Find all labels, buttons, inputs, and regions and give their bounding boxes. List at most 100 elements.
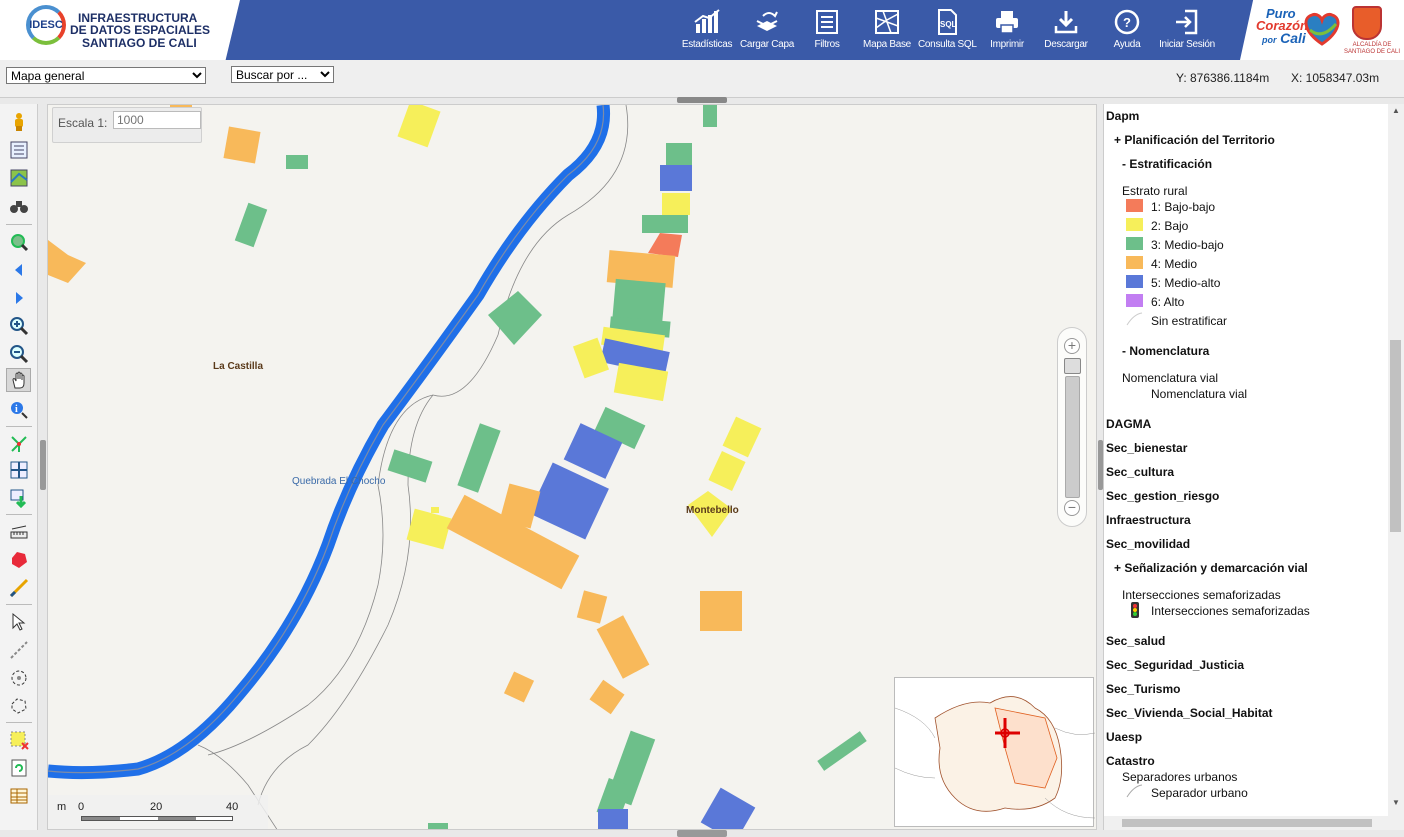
scale-bar-unit: m <box>57 801 67 813</box>
legend-item: Sin estratificar <box>1151 314 1228 328</box>
sub-toolbar: Mapa general Buscar por ... Y: 876386.11… <box>0 60 1404 98</box>
legend-hscroll-thumb[interactable] <box>1122 819 1372 827</box>
group-sec-turismo[interactable]: Sec_Turismo <box>1106 682 1180 696</box>
legend-item: Separador urbano <box>1151 786 1248 800</box>
group-sec-gestion-riesgo[interactable]: Sec_gestion_riesgo <box>1106 489 1219 503</box>
legend-item: 1: Bajo-bajo <box>1151 200 1216 214</box>
legend-horizontal-scrollbar[interactable] <box>1104 816 1404 830</box>
previous-extent-button[interactable] <box>6 258 31 282</box>
subgroup-senalizacion[interactable]: + Señalización y demarcación vial <box>1114 561 1308 575</box>
group-sec-salud[interactable]: Sec_salud <box>1106 634 1165 648</box>
overview-map[interactable] <box>894 677 1096 827</box>
group-uaesp[interactable]: Uaesp <box>1106 730 1142 744</box>
select-circle-button[interactable] <box>6 666 31 690</box>
map-select[interactable]: Mapa general <box>6 67 206 84</box>
map-canvas[interactable]: Escala 1: La Castilla Montebello Quebrad… <box>47 104 1097 830</box>
building-lots <box>48 105 867 829</box>
clear-selection-button[interactable] <box>6 728 31 752</box>
group-catastro[interactable]: Catastro <box>1106 754 1155 768</box>
scale-input[interactable] <box>113 111 201 129</box>
zoom-minus-button[interactable]: − <box>1064 500 1080 516</box>
legend-item: 6: Alto <box>1151 295 1185 309</box>
measure-distance-button[interactable] <box>6 520 31 544</box>
select-circle-icon <box>11 670 26 686</box>
scroll-up-arrow-icon[interactable]: ▲ <box>1388 106 1404 118</box>
group-sec-cultura[interactable]: Sec_cultura <box>1106 465 1174 479</box>
search-binoculars-button[interactable] <box>6 194 31 218</box>
group-dapm[interactable]: Dapm <box>1106 109 1139 123</box>
legend-panel: Dapm + Planificación del Territorio - Es… <box>1103 104 1404 830</box>
refresh-button[interactable] <box>6 756 31 780</box>
zoom-full-button[interactable] <box>6 230 31 254</box>
unclassified-line-icon <box>1126 312 1143 326</box>
left-panel-grip[interactable] <box>40 440 46 490</box>
attribute-table-button[interactable] <box>6 784 31 808</box>
legend-scroll-thumb[interactable] <box>1390 340 1401 532</box>
login-button[interactable]: Iniciar Sesión <box>1158 8 1216 56</box>
pan-button[interactable] <box>6 368 31 392</box>
heart-icon <box>1304 13 1340 46</box>
subgroup-planificacion[interactable]: + Planificación del Territorio <box>1114 133 1275 147</box>
top-panel-grip[interactable] <box>677 97 727 103</box>
hand-pan-icon <box>11 371 24 389</box>
map-toolbar: i <box>0 104 38 830</box>
legend-item: 4: Medio <box>1151 257 1198 271</box>
zoom-slider: + − <box>1057 327 1087 527</box>
group-sec-seguridad-justicia[interactable]: Sec_Seguridad_Justicia <box>1106 658 1244 672</box>
legend-item: 2: Bajo <box>1151 219 1189 233</box>
zoom-plus-button[interactable]: + <box>1064 338 1080 354</box>
separator-line-icon <box>1126 784 1143 798</box>
group-sec-bienestar[interactable]: Sec_bienestar <box>1106 441 1187 455</box>
legend-swatch <box>1126 218 1143 231</box>
idesc-logo[interactable]: IDESC INFRAESTRUCTURA DE DATOS ESPACIALE… <box>0 0 240 60</box>
polygon-area-icon <box>11 552 27 568</box>
download-data-button[interactable] <box>6 486 31 510</box>
bottom-panel-grip[interactable] <box>677 830 727 837</box>
select-features-button[interactable] <box>6 610 31 634</box>
group-sec-movilidad[interactable]: Sec_movilidad <box>1106 537 1190 551</box>
group-dagma[interactable]: DAGMA <box>1106 417 1151 431</box>
basemap-button[interactable]: Mapa Base <box>862 8 912 56</box>
traffic-light-icon <box>1131 602 1139 618</box>
print-button[interactable]: Imprimir <box>987 8 1027 56</box>
download-label: Descargar <box>1044 39 1088 50</box>
next-extent-button[interactable] <box>6 286 31 310</box>
zoom-in-button[interactable] <box>6 314 31 338</box>
identify-button[interactable]: i <box>6 398 31 422</box>
select-line-button[interactable] <box>6 638 31 662</box>
subgroup-estratificacion[interactable]: - Estratificación <box>1122 157 1212 171</box>
download-button[interactable]: Descargar <box>1043 8 1089 56</box>
idesc-badge: IDESC <box>26 5 66 45</box>
grid-tool-button[interactable] <box>6 458 31 482</box>
overview-map-graphic <box>894 696 1096 819</box>
subgroup-nomenclatura[interactable]: - Nomenclatura <box>1122 344 1209 358</box>
draw-line-button[interactable] <box>6 576 31 600</box>
svg-text:SQL: SQL <box>940 20 957 29</box>
intersecciones-title: Intersecciones semaforizadas <box>1122 588 1281 602</box>
group-infraestructura[interactable]: Infraestructura <box>1106 513 1191 527</box>
zoom-slider-track[interactable] <box>1065 376 1080 498</box>
search-select[interactable]: Buscar por ... <box>231 66 334 83</box>
zoom-slider-handle[interactable] <box>1064 358 1081 374</box>
load-layer-button[interactable]: Cargar Capa <box>739 8 795 56</box>
measure-area-button[interactable] <box>6 548 31 572</box>
scroll-down-arrow-icon[interactable]: ▼ <box>1388 798 1404 810</box>
nomenclatura-title: Nomenclatura vial <box>1122 371 1219 385</box>
select-line-icon <box>9 641 28 659</box>
statistics-button[interactable]: Estadísticas <box>681 8 733 56</box>
street-view-button[interactable] <box>6 110 31 134</box>
zoom-out-icon <box>9 345 28 364</box>
zoom-out-button[interactable] <box>6 342 31 366</box>
help-button[interactable]: ? Ayuda <box>1110 8 1144 56</box>
group-sec-vivienda[interactable]: Sec_Vivienda_Social_Habitat <box>1106 706 1273 720</box>
alcaldia-line-2: SANTIAGO DE CALI <box>1344 49 1401 55</box>
map-legend-button[interactable] <box>6 166 31 190</box>
coordinates-tool-button[interactable] <box>6 432 31 456</box>
filters-button[interactable]: Filtros <box>810 8 844 56</box>
upload-layer-icon <box>756 11 778 31</box>
legend-swatch <box>1126 199 1143 212</box>
select-polygon-button[interactable] <box>6 694 31 718</box>
layers-list-button[interactable] <box>6 138 31 162</box>
sql-query-button[interactable]: SQL Consulta SQL <box>918 8 977 56</box>
refresh-icon <box>11 759 26 777</box>
